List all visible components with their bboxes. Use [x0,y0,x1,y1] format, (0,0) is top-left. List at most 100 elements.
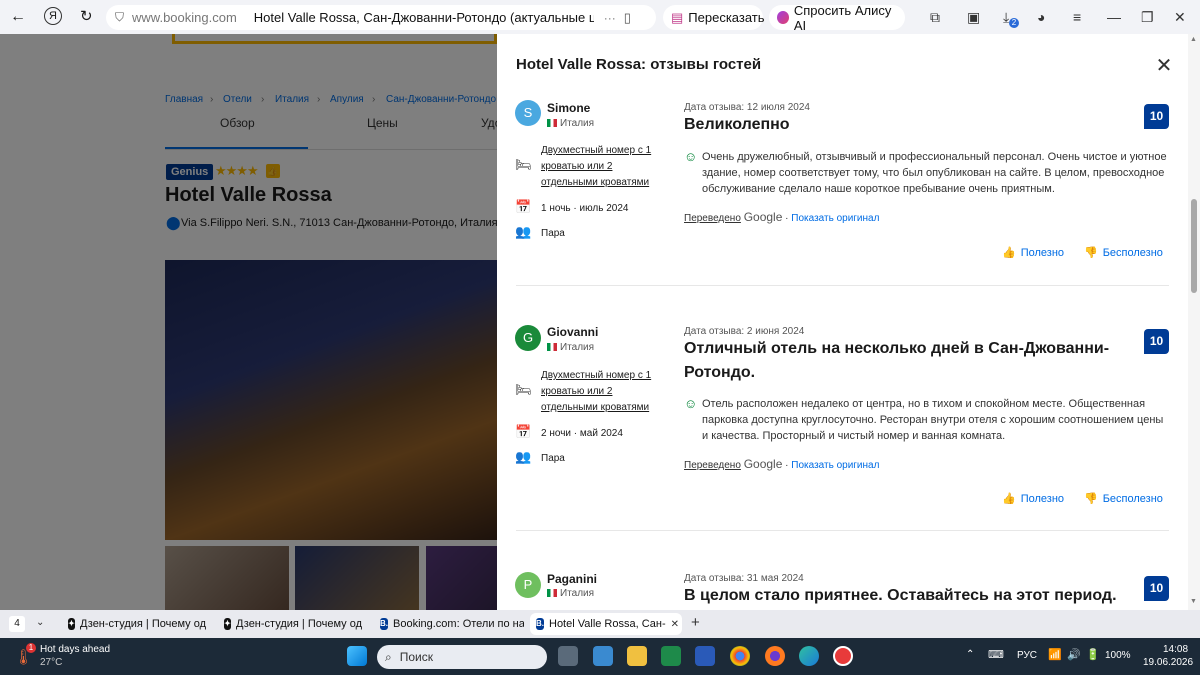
collections-icon[interactable]: ⧉ [930,9,940,26]
language-indicator[interactable]: РУС [1017,650,1037,661]
bookmark-icon[interactable]: ▯ [624,10,631,26]
wifi-icon[interactable]: 📶 [1048,648,1062,661]
reviewer-country: Италия [547,588,594,599]
thumbs-down-icon: 👎 [1084,493,1098,505]
window-close-icon[interactable]: ✕ [1174,9,1186,26]
translation-note: Переведено Google · Показать оригинал [684,457,880,471]
room-type-link[interactable]: Двухместный номер с 1 кроватью или 2 отд… [541,143,656,191]
review-title: Отличный отель на несколько дней в Сан-Д… [684,340,1110,381]
minimize-icon[interactable]: — [1107,9,1121,25]
room-type-link[interactable]: Двухместный номер с 1 кроватью или 2 отд… [541,368,656,416]
dzen-icon: ✦ [68,618,75,630]
reviewer-name: Simone [547,101,591,115]
tab-label: Hotel Valle Rossa, Сан- [549,618,666,630]
retell-button[interactable]: ▤ Пересказать [663,5,765,30]
reviewer-country: Италия [547,118,594,129]
taskbar: 🌡 1 Hot days ahead 27°C ⌕ Поиск ⌃ ⌨ РУС … [0,638,1200,675]
browser-tab[interactable]: ✦ Дзен-студия | Почему од [62,613,212,635]
keyboard-icon[interactable]: ⌨ [988,648,1004,661]
review-divider [516,530,1169,531]
show-original-link[interactable]: Показать оригинал [791,460,879,471]
taskbar-search[interactable]: ⌕ Поиск [377,645,547,669]
reload-icon[interactable]: ↻ [80,7,93,25]
review-date: Дата отзыва: 12 июля 2024 [684,102,810,113]
smile-icon: ☺ [684,149,698,164]
chevron-down-icon[interactable]: ⌄ [36,617,44,628]
modal-title: Hotel Valle Rossa: отзывы гостей [516,56,762,73]
windows-start-icon[interactable] [347,646,367,666]
google-label: Google [743,210,783,224]
address-domain: www.booking.com [132,10,237,25]
back-arrow-icon[interactable]: ← [10,8,26,26]
yandex-browser-icon[interactable] [833,646,853,666]
scroll-up-icon[interactable]: ▲ [1190,36,1197,43]
edge-icon[interactable] [799,646,819,666]
battery-icon[interactable]: 🔋 [1086,648,1100,661]
helpful-label: Полезно [1020,492,1065,505]
excel-icon[interactable] [661,646,681,666]
widgets-icon[interactable] [593,646,613,666]
scroll-down-icon[interactable]: ▼ [1190,598,1197,605]
clock-time[interactable]: 14:08 [1163,644,1188,655]
review-title: В целом стало приятнее. Оставайтесь на э… [684,587,1117,604]
menu-icon[interactable]: ≡ [1073,9,1081,25]
close-icon[interactable]: ✕ [1154,53,1174,78]
restore-icon[interactable]: ❐ [1141,9,1154,26]
traveler-type: Пара [541,228,565,239]
tray-chevron-icon[interactable]: ⌃ [966,649,974,660]
extensions-icon[interactable]: ▣ [967,9,980,26]
modal-backdrop[interactable] [0,34,497,610]
alice-label: Спросить Алису AI [793,2,892,33]
thumbs-down-icon: 👎 [1084,247,1098,259]
chrome-icon[interactable] [730,646,750,666]
tab-close-icon[interactable]: ✕ [671,619,679,630]
ask-alice-button[interactable]: Спросить Алису AI [769,2,905,33]
booking-icon: B. [380,618,388,630]
calendar-icon: 📅 [515,424,532,439]
helpful-button[interactable]: 👍 Полезно [1002,492,1065,506]
alice-icon [777,11,789,24]
translation-note: Переведено Google · Показать оригинал [684,210,880,224]
battery-percent: 100% [1105,650,1131,661]
more-dots-icon[interactable]: ··· [604,11,616,25]
reviewer-name: Paganini [547,572,598,586]
unhelpful-button[interactable]: 👎 Бесполезно [1084,246,1163,260]
avatar: G [515,325,541,351]
unhelpful-button[interactable]: 👎 Бесполезно [1084,492,1163,506]
profile-icon[interactable]: ◕ [1037,9,1045,25]
new-tab-icon[interactable]: + [691,614,700,631]
volume-icon[interactable]: 🔊 [1067,648,1081,661]
page-scrollbar[interactable]: ▲ ▼ [1188,34,1200,610]
clock-date[interactable]: 19.06.2026 [1143,657,1193,668]
helpful-button[interactable]: 👍 Полезно [1002,246,1065,260]
scrollbar-thumb[interactable] [1191,199,1197,293]
browser-tab[interactable]: ✦ Дзен-студия | Почему од [218,613,368,635]
retell-icon: ▤ [671,9,684,25]
browser-tab[interactable]: B. Booking.com: Отели по на [374,613,524,635]
translated-label: Переведено [684,460,741,471]
firefox-icon[interactable] [765,646,785,666]
word-icon[interactable] [695,646,715,666]
downloads-badge: 2 [1009,18,1019,28]
calendar-icon: 📅 [515,199,532,214]
search-icon: ⌕ [385,649,392,664]
search-placeholder: Поиск [399,650,433,664]
address-bar[interactable]: ⛉ www.booking.com Hotel Valle Rossa, Сан… [106,5,656,30]
tab-label: Booking.com: Отели по на [393,618,524,630]
tab-count[interactable]: 4 [9,616,25,632]
booking-icon: B. [536,618,544,630]
file-explorer-icon[interactable] [627,646,647,666]
task-view-icon[interactable] [558,646,578,666]
country-label: Италия [560,588,595,599]
country-label: Италия [560,118,595,129]
country-label: Италия [560,342,595,353]
italy-flag-icon [547,119,557,127]
review-text: Очень дружелюбный, отзывчивый и професси… [702,151,1167,195]
bed-icon: 🛏 [515,382,532,397]
helpful-label: Полезно [1020,246,1065,259]
reviewer-country: Италия [547,342,594,353]
browser-tab-active[interactable]: B. Hotel Valle Rossa, Сан- ✕ [530,613,682,635]
show-original-link[interactable]: Показать оригинал [791,213,879,224]
weather-title[interactable]: Hot days ahead [40,644,110,655]
yandex-logo-icon[interactable]: Я [44,7,62,25]
